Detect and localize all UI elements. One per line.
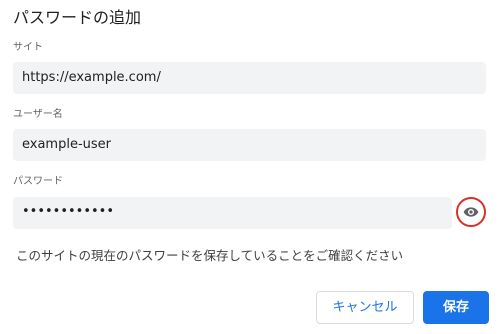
dialog-title: パスワードの追加 [13,8,142,27]
confirmation-note: このサイトの現在のパスワードを保存していることをご確認ください [16,248,404,263]
password-value: •••••••••••• [22,204,115,219]
add-password-dialog: パスワードの追加 サイト https://example.com/ ユーザー名 … [0,0,499,334]
username-label: ユーザー名 [13,109,63,120]
site-value: https://example.com/ [22,70,161,85]
eye-icon [463,207,479,217]
site-label: サイト [13,42,43,53]
save-button[interactable]: 保存 [423,291,489,324]
password-field[interactable]: •••••••••••• [13,197,452,229]
show-password-button[interactable] [456,197,486,227]
password-label: パスワード [13,176,63,187]
site-field[interactable]: https://example.com/ [13,62,486,94]
username-value: example-user [22,137,112,152]
username-field[interactable]: example-user [13,129,486,161]
cancel-button[interactable]: キャンセル [316,291,414,324]
